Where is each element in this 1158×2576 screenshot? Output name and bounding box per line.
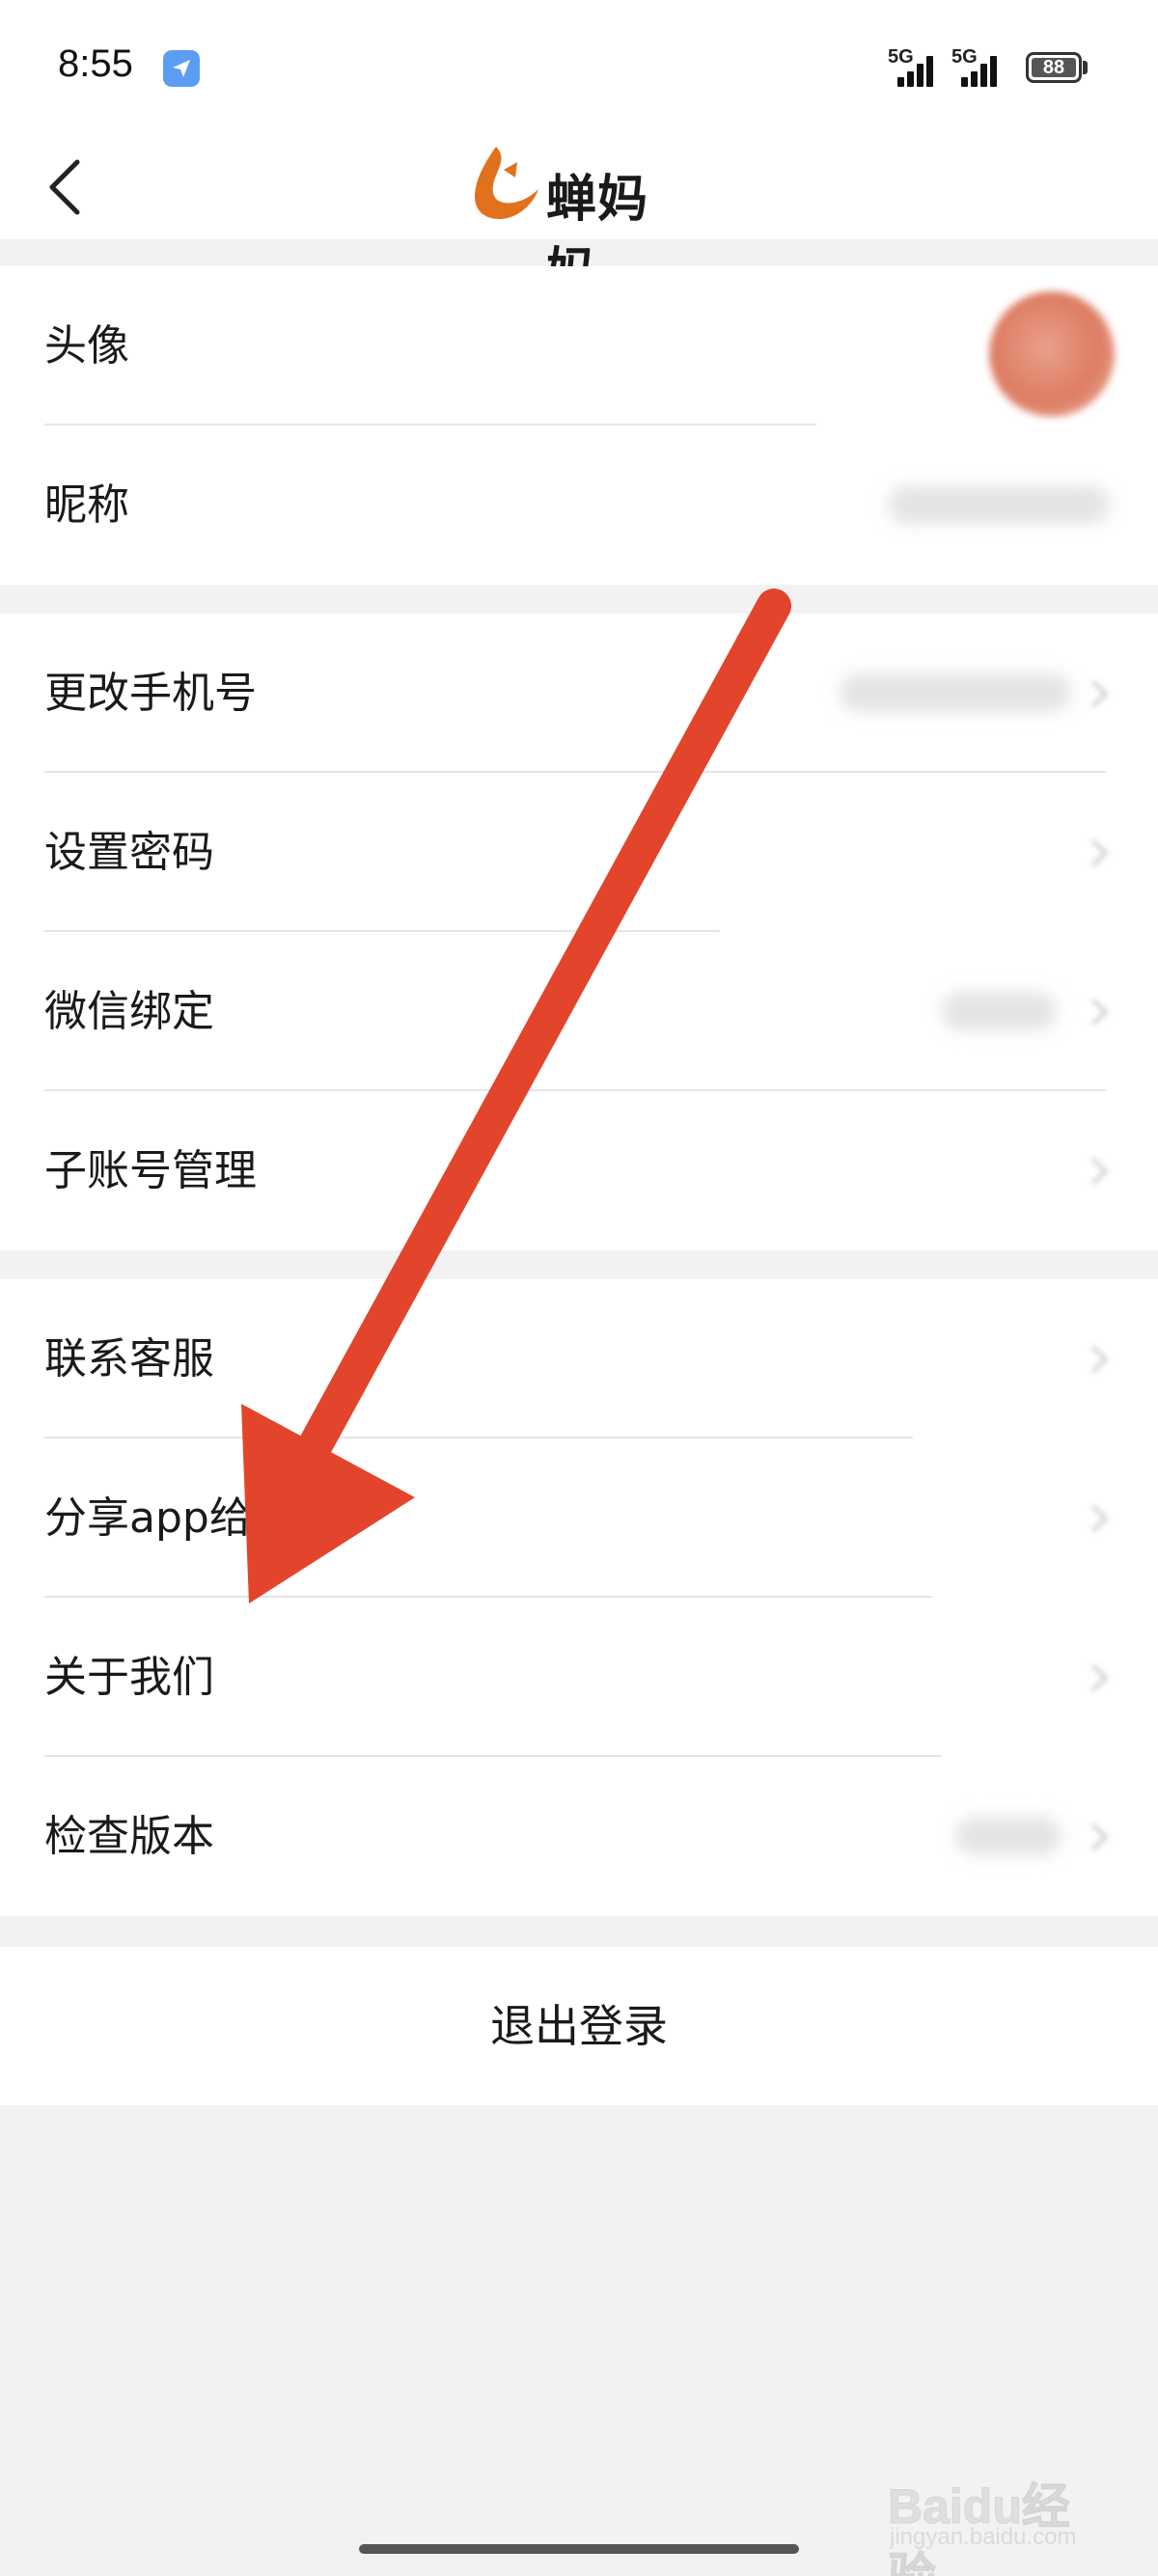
settings-row-set-password[interactable]: 设置密码: [0, 773, 1158, 932]
settings-row-sub-accounts[interactable]: 子账号管理: [0, 1091, 1158, 1250]
row-label: 分享app给: [44, 1494, 252, 1543]
back-button[interactable]: [39, 145, 116, 230]
cellular-signal-icon: 5G: [888, 46, 946, 87]
chevron-right-icon: [1090, 998, 1109, 1027]
signal-type-label: 5G: [888, 46, 914, 68]
signal-type-label: 5G: [951, 46, 978, 68]
settings-row-about-us[interactable]: 关于我们: [0, 1598, 1158, 1757]
chevron-right-icon: [1090, 1822, 1109, 1851]
row-label: 更改手机号: [44, 669, 257, 718]
support-group: 联系客服 分享app给 关于我们 检查版本: [0, 1279, 1158, 1916]
chevron-right-icon: [1090, 1504, 1109, 1533]
chevron-right-icon: [1090, 1663, 1109, 1692]
settings-row-avatar[interactable]: 头像: [0, 266, 1158, 425]
nav-bar: 蝉妈妈: [0, 135, 1158, 301]
chevron-right-icon: [1090, 1157, 1109, 1186]
row-label: 设置密码: [44, 828, 214, 877]
settings-row-check-version[interactable]: 检查版本: [0, 1757, 1158, 1916]
row-label: 子账号管理: [44, 1146, 257, 1195]
row-label: 关于我们: [44, 1653, 214, 1702]
home-indicator[interactable]: [359, 2544, 799, 2554]
settings-row-share-app[interactable]: 分享app给: [0, 1439, 1158, 1598]
chevron-right-icon: [1090, 679, 1109, 708]
row-label: 联系客服: [44, 1334, 214, 1384]
watermark-url: jingyan.baidu.com: [890, 2524, 1077, 2550]
settings-page: 8:55 5G 5G 88 蝉妈 头像 昵称 更改手机号 设置密码 微信绑定 子…: [0, 0, 1158, 2576]
cellular-signal-icon-2: 5G: [951, 46, 1009, 87]
chevron-left-icon: [49, 159, 80, 215]
battery-level: 88: [1042, 57, 1065, 78]
row-label: 检查版本: [44, 1812, 214, 1861]
logout-button[interactable]: 退出登录: [0, 1947, 1158, 2105]
profile-group: 头像 昵称: [0, 266, 1158, 585]
battery-icon: 88: [1026, 52, 1082, 83]
avatar[interactable]: [989, 291, 1115, 417]
navigation-app-icon: [163, 50, 200, 87]
account-group: 更改手机号 设置密码 微信绑定 子账号管理: [0, 614, 1158, 1250]
chevron-right-icon: [1090, 838, 1109, 867]
settings-row-nickname[interactable]: 昵称: [0, 425, 1158, 585]
app-logo: 蝉妈妈: [467, 141, 699, 301]
row-label: 昵称: [44, 480, 129, 530]
version-value-blurred: [955, 1817, 1062, 1855]
status-time: 8:55: [58, 42, 133, 85]
cicada-logo-icon: [475, 147, 538, 220]
row-label: 头像: [44, 321, 129, 370]
watermark-text: Baidu经验: [888, 2480, 1071, 2576]
settings-row-change-phone[interactable]: 更改手机号: [0, 614, 1158, 773]
settings-row-wechat-binding[interactable]: 微信绑定: [0, 932, 1158, 1091]
status-bar: 8:55 5G 5G 88: [0, 0, 1158, 135]
nickname-value-blurred: [888, 485, 1110, 524]
baidu-jingyan-watermark: Baidu经验 jingyan.baidu.com: [878, 2460, 1100, 2576]
row-label: 微信绑定: [44, 987, 214, 1036]
settings-row-contact-support[interactable]: 联系客服: [0, 1279, 1158, 1439]
phone-value-blurred: [840, 673, 1071, 712]
wechat-value-blurred: [941, 992, 1057, 1030]
chevron-right-icon: [1090, 1345, 1109, 1374]
